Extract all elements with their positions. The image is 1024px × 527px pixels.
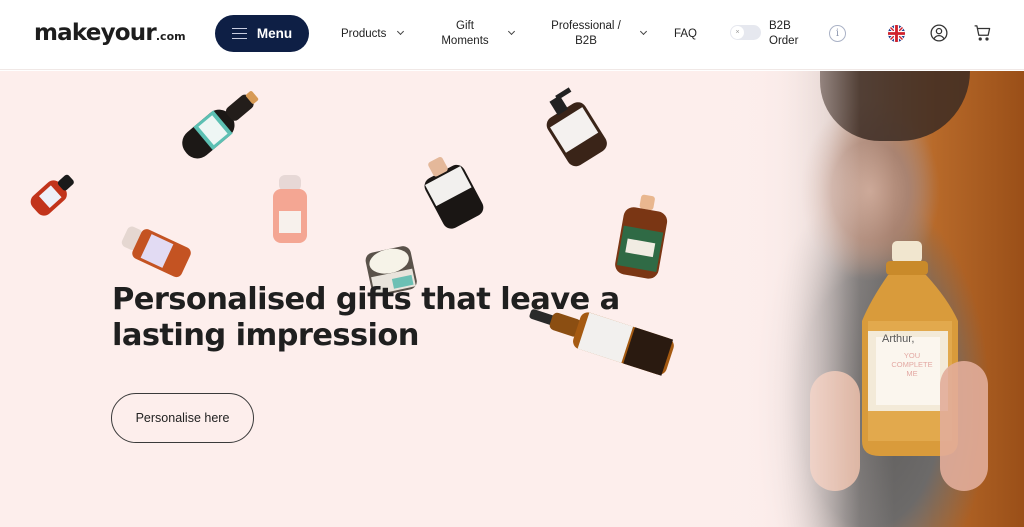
logo-suffix: .com <box>155 30 186 43</box>
bottle-label-name: Arthur, <box>882 333 915 345</box>
hero-headline: Personalised gifts that leave a lasting … <box>112 282 620 353</box>
personalise-here-button[interactable]: Personalise here <box>111 393 254 443</box>
site-header: makeyour.com Menu Products Gift Moments … <box>0 0 1024 70</box>
soap-dispenser-image <box>546 87 607 167</box>
bottle-label-line4: ME <box>906 369 918 378</box>
b2b-order-toggle[interactable]: × <box>730 25 761 40</box>
nav-faq-label: FAQ <box>674 28 698 40</box>
b2b-label-line1: B2B <box>769 20 791 32</box>
photo-fade-overlay <box>700 71 860 527</box>
menu-button-label: Menu <box>256 26 293 41</box>
nav-gift-moments-line2: Moments <box>441 35 489 47</box>
bottle-label-message: YOU COMPLETE ME <box>880 351 944 378</box>
hot-sauce-bottle-image <box>30 174 74 216</box>
personalised-bottle-anna-image <box>424 156 484 229</box>
wine-bottle-image <box>182 91 259 159</box>
nav-gift-moments-line1: Gift <box>456 20 474 32</box>
logo-main: makeyour <box>34 20 157 46</box>
menu-button[interactable]: Menu <box>215 15 309 52</box>
nav-professional-line2: B2B <box>575 35 597 47</box>
uk-flag-icon[interactable] <box>888 25 905 42</box>
logo[interactable]: makeyour.com <box>34 20 186 46</box>
spice-jar-image <box>121 226 191 278</box>
nav-gift-moments[interactable]: Gift Moments <box>440 19 490 49</box>
bottle-label-line3: COMPLETE <box>891 360 933 369</box>
chevron-down-icon[interactable] <box>396 27 405 36</box>
b2b-label-line2: Order <box>769 35 799 47</box>
nav-professional-b2b[interactable]: Professional / B2B <box>550 19 622 49</box>
toggle-off-icon: × <box>731 26 744 39</box>
photo-hand-right <box>940 361 988 491</box>
hero-section: Arthur, YOU COMPLETE ME Personalised gif… <box>0 71 1024 527</box>
chevron-down-icon[interactable] <box>639 27 648 36</box>
nav-products[interactable]: Products <box>341 27 386 42</box>
nav-faq[interactable]: FAQ <box>674 27 697 42</box>
hamburger-icon <box>231 28 247 39</box>
nav-products-label: Products <box>341 28 387 40</box>
user-account-icon[interactable] <box>930 24 948 42</box>
bottle-label-line2: YOU <box>903 351 921 360</box>
bath-salt-jar-image <box>273 175 307 243</box>
b2b-order-label: B2B Order <box>769 19 798 49</box>
liqueur-bottle-image <box>615 194 668 279</box>
chevron-down-icon[interactable] <box>507 27 516 36</box>
hero-lifestyle-photo: Arthur, YOU COMPLETE ME <box>700 71 1024 527</box>
nav-professional-line1: Professional / <box>551 20 621 32</box>
info-icon[interactable]: i <box>829 25 846 42</box>
cart-icon[interactable] <box>973 24 992 42</box>
